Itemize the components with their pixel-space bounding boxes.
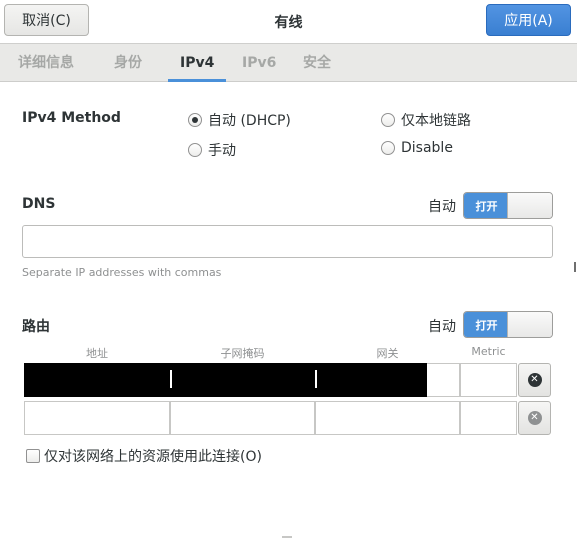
restrict-to-network-checkbox[interactable]: 仅对该网络上的资源使用此连接(O) [26, 446, 262, 466]
radio-disable[interactable]: Disable [381, 140, 453, 156]
dns-hint: Separate IP addresses with commas [22, 266, 222, 279]
routes-auto-switch[interactable]: 打开 [463, 311, 553, 338]
routes-switch-on-label: 打开 [464, 312, 509, 337]
route-1-delete-button[interactable]: ✕ [518, 363, 551, 397]
dns-input[interactable] [22, 225, 553, 258]
routes-label: 路由 [22, 319, 50, 335]
dns-auto-switch[interactable]: 打开 [463, 192, 553, 219]
tab-identity[interactable]: 身份 [114, 44, 142, 82]
radio-unchecked-icon [188, 143, 202, 157]
radio-manual[interactable]: 手动 [188, 140, 236, 160]
apply-button[interactable]: 应用(A) [486, 4, 571, 36]
column-header-metric: Metric [471, 345, 506, 358]
column-header-address: 地址 [86, 347, 108, 360]
route-1-metric-input[interactable] [460, 363, 517, 397]
radio-checked-icon [188, 113, 202, 127]
route-1-gateway-input-tail[interactable] [427, 363, 460, 397]
route-1-gateway-input[interactable] [315, 363, 427, 397]
ipv4-method-label: IPv4 Method [22, 110, 121, 126]
routes-auto-label: 自动 [428, 319, 456, 335]
resize-hint [282, 536, 292, 538]
tab-security[interactable]: 安全 [303, 44, 331, 82]
route-1-address-input[interactable] [24, 363, 170, 397]
tab-ipv4[interactable]: IPv4 [167, 44, 227, 82]
radio-unchecked-icon [381, 113, 395, 127]
circle-x-icon: ✕ [527, 411, 542, 425]
routes-switch-knob [507, 312, 552, 337]
radio-unchecked-icon [381, 141, 395, 155]
radio-auto-dhcp[interactable]: 自动 (DHCP) [188, 110, 291, 130]
column-header-gateway: 网关 [376, 347, 399, 360]
scrollbar-edge [574, 262, 576, 272]
route-2-address-input[interactable] [24, 401, 170, 435]
radio-link-local[interactable]: 仅本地链路 [381, 110, 471, 130]
dns-label: DNS [22, 196, 56, 212]
restrict-to-network-label: 仅对该网络上的资源使用此连接(O) [44, 449, 262, 465]
dns-switch-knob [507, 193, 552, 218]
radio-auto-dhcp-label: 自动 (DHCP) [208, 113, 291, 129]
route-1-netmask-input[interactable] [170, 363, 315, 397]
dns-switch-on-label: 打开 [464, 193, 509, 218]
route-2-delete-button[interactable]: ✕ [518, 401, 551, 435]
tab-bar: 详细信息 身份 IPv4 IPv6 安全 [0, 44, 577, 82]
tab-details[interactable]: 详细信息 [18, 44, 74, 82]
route-2-netmask-input[interactable] [170, 401, 315, 435]
route-2-metric-input[interactable] [460, 401, 517, 435]
dns-auto-label: 自动 [428, 199, 456, 215]
column-header-netmask: 子网掩码 [220, 347, 265, 360]
circle-x-icon: ✕ [527, 373, 542, 387]
radio-link-local-label: 仅本地链路 [401, 113, 471, 129]
field-divider [315, 370, 317, 388]
radio-manual-label: 手动 [208, 143, 236, 159]
route-2-gateway-input[interactable] [315, 401, 460, 435]
radio-disable-label: Disable [401, 140, 453, 156]
tab-ipv6[interactable]: IPv6 [242, 44, 276, 82]
checkbox-unchecked-icon [26, 449, 40, 463]
header-bar: 取消(C) 有线 应用(A) [0, 0, 577, 44]
field-divider [170, 370, 172, 388]
